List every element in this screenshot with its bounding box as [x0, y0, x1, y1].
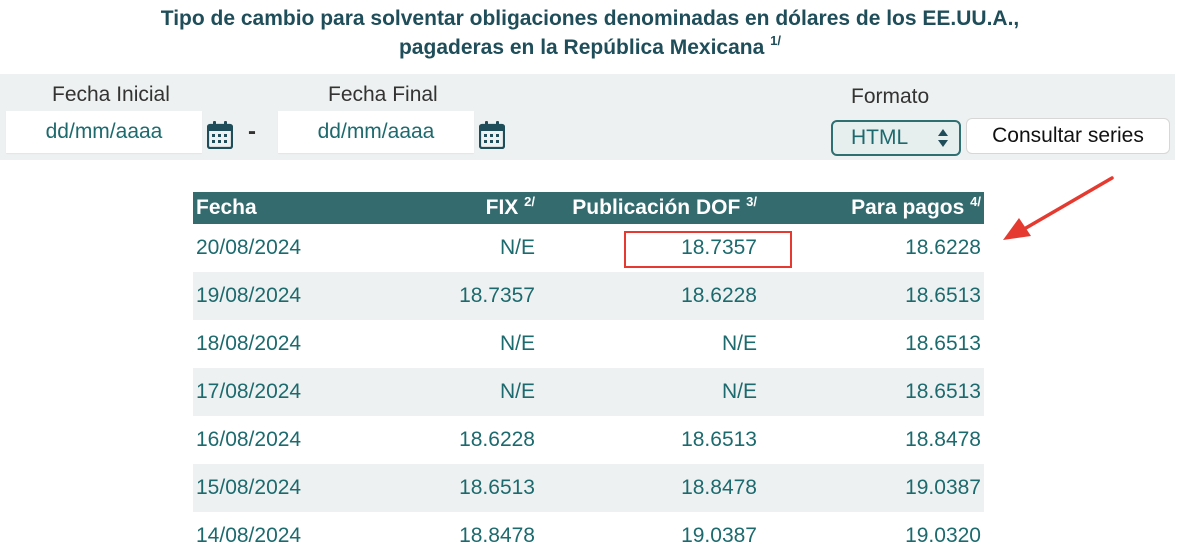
table-row: 15/08/2024 18.6513 18.8478 19.0387: [193, 464, 984, 512]
end-calendar-icon[interactable]: [479, 121, 505, 149]
cell-fecha: 20/08/2024: [196, 236, 302, 259]
cell-para-pagos: 18.6513: [905, 332, 981, 355]
table-row: 17/08/2024 N/E N/E 18.6513: [193, 368, 984, 416]
cell-dof: 18.6228: [681, 284, 757, 307]
cell-para-pagos: 18.6513: [905, 284, 981, 307]
select-arrows-icon: [938, 129, 948, 147]
cell-para-pagos-highlighted: 18.6228: [624, 224, 984, 272]
format-select[interactable]: HTML: [831, 120, 961, 156]
cell-dof: N/E: [721, 332, 757, 355]
start-calendar-icon[interactable]: [207, 121, 233, 149]
annotation-arrow-icon: [1003, 176, 1114, 240]
cell-fix: N/E: [499, 380, 535, 403]
format-label: Formato: [851, 85, 930, 108]
cell-fix: 18.7357: [459, 284, 535, 307]
cell-fecha: 17/08/2024: [196, 380, 302, 403]
exchange-rate-table: Fecha FIX 2/ Publicación DOF 3/ Para pag…: [193, 192, 984, 559]
end-date-input[interactable]: [278, 111, 474, 153]
consult-series-button[interactable]: Consultar series: [966, 118, 1170, 154]
cell-fecha: 19/08/2024: [196, 284, 302, 307]
cell-para-pagos: 19.0320: [905, 524, 981, 547]
title-line-1: Tipo de cambio para solventar obligacion…: [160, 7, 1020, 30]
cell-fecha: 16/08/2024: [196, 428, 302, 451]
cell-para-pagos: 18.6513: [905, 380, 981, 403]
table-header-row: Fecha FIX 2/ Publicación DOF 3/ Para pag…: [193, 192, 984, 224]
header-fix: FIX 2/: [485, 194, 535, 219]
cell-fecha: 14/08/2024: [196, 524, 302, 547]
cell-fecha: 15/08/2024: [196, 476, 302, 499]
cell-dof: 18.8478: [681, 476, 757, 499]
cell-fix: 18.6228: [459, 428, 535, 451]
cell-dof: 18.6513: [681, 428, 757, 451]
cell-fix: 18.8478: [459, 524, 535, 547]
cell-fix: N/E: [499, 236, 535, 259]
table-row: 20/08/2024 N/E 18.7357 18.6228: [193, 224, 984, 272]
cell-dof: N/E: [721, 380, 757, 403]
cell-dof: 18.7357: [681, 236, 757, 259]
date-range-separator: -: [248, 118, 256, 145]
page-title: Tipo de cambio para solventar obligacion…: [0, 4, 1180, 62]
cell-fecha: 18/08/2024: [196, 332, 302, 355]
end-date-label: Fecha Final: [328, 83, 438, 106]
cell-fix: 18.6513: [459, 476, 535, 499]
table-row: 19/08/2024 18.7357 18.6228 18.6513: [193, 272, 984, 320]
header-publicacion-dof: Publicación DOF 3/: [572, 194, 757, 219]
header-para-pagos: Para pagos 4/: [851, 194, 981, 219]
title-footnote: 1/: [770, 33, 781, 48]
cell-para-pagos: 19.0387: [905, 476, 981, 499]
title-line-2: pagaderas en la República Mexicana: [398, 36, 765, 59]
start-date-input[interactable]: [6, 111, 202, 153]
table-row: 16/08/2024 18.6228 18.6513 18.8478: [193, 416, 984, 464]
header-fecha: Fecha: [196, 196, 257, 219]
cell-para-pagos: 18.8478: [905, 428, 981, 451]
table-row: 18/08/2024 N/E N/E 18.6513: [193, 320, 984, 368]
cell-dof: 19.0387: [681, 524, 757, 547]
cell-fix: N/E: [499, 332, 535, 355]
start-date-label: Fecha Inicial: [52, 83, 170, 106]
format-select-value: HTML: [851, 126, 909, 149]
table-row: 14/08/2024 18.8478 19.0387 19.0320: [193, 512, 984, 559]
